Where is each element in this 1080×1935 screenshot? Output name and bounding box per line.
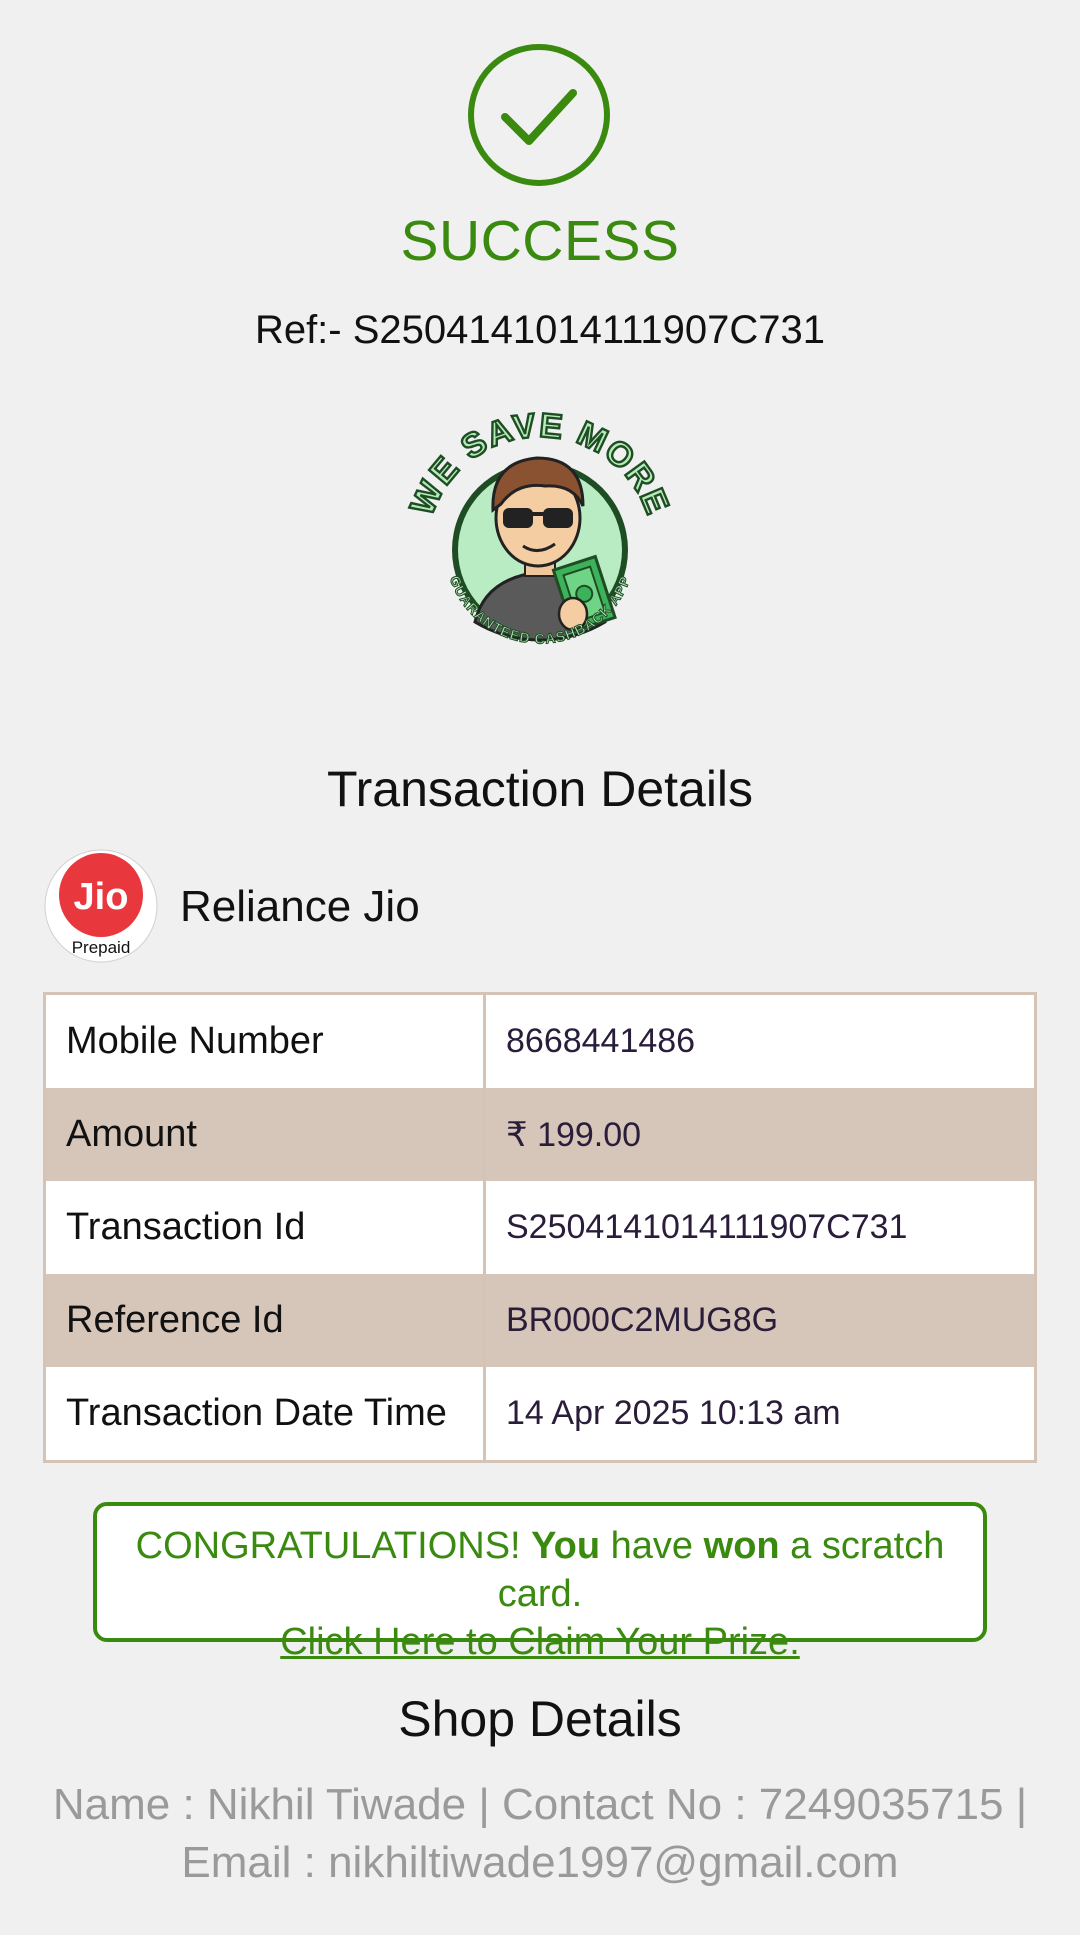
row-label-mobile-number: Mobile Number: [46, 995, 486, 1088]
promo-text-you: You: [531, 1525, 601, 1567]
row-value-transaction-id: S2504141014111907C731: [506, 1208, 908, 1246]
table-row: Amount ₹ 199.00: [46, 1088, 1034, 1181]
row-value-transaction-date-time: 14 Apr 2025 10:13 am: [506, 1394, 841, 1432]
row-value-amount: ₹ 199.00: [506, 1115, 642, 1154]
table-row: Reference Id BR000C2MUG8G: [46, 1274, 1034, 1367]
promo-text-congrats: CONGRATULATIONS!: [135, 1525, 532, 1567]
success-check-icon: [468, 44, 610, 186]
shop-email: Email : nikhiltiwade1997@gmail.com: [181, 1838, 899, 1887]
row-value-reference-id: BR000C2MUG8G: [506, 1301, 779, 1339]
we-save-more-logo: WE SAVE MORE GUARANTEED CASHBACK APP: [405, 405, 675, 647]
transaction-table: Mobile Number 8668441486 Amount ₹ 199.00…: [43, 992, 1037, 1463]
promo-message: CONGRATULATIONS! You have won a scratch …: [97, 1522, 983, 1618]
shop-name-contact: Name : Nikhil Tiwade | Contact No : 7249…: [52, 1780, 1028, 1829]
row-value-mobile-number: 8668441486: [506, 1022, 696, 1060]
shop-info: Name : Nikhil Tiwade | Contact No : 7249…: [30, 1776, 1050, 1892]
promo-text-won: won: [703, 1525, 780, 1567]
transaction-details-title: Transaction Details: [326, 761, 754, 817]
claim-prize-link[interactable]: Click Here to Claim Your Prize.: [280, 1621, 800, 1663]
shop-details-title: Shop Details: [398, 1691, 682, 1747]
jio-prepaid-logo: Jio Prepaid: [44, 849, 158, 963]
table-row: Transaction Id S2504141014111907C731: [46, 1181, 1034, 1274]
row-label-amount: Amount: [46, 1088, 486, 1181]
table-row: Transaction Date Time 14 Apr 2025 10:13 …: [46, 1367, 1034, 1460]
svg-text:Prepaid: Prepaid: [72, 938, 131, 957]
operator-name: Reliance Jio: [180, 882, 420, 931]
row-label-transaction-date-time: Transaction Date Time: [46, 1367, 486, 1460]
row-label-transaction-id: Transaction Id: [46, 1181, 486, 1274]
scratch-card-promo[interactable]: CONGRATULATIONS! You have won a scratch …: [93, 1502, 987, 1663]
table-row: Mobile Number 8668441486: [46, 995, 1034, 1088]
promo-text-have: have: [600, 1525, 704, 1567]
row-label-reference-id: Reference Id: [46, 1274, 486, 1367]
svg-text:Jio: Jio: [74, 876, 129, 918]
status-title: SUCCESS: [400, 209, 680, 273]
reference-line: Ref:- S2504141014111907C731: [254, 308, 826, 352]
